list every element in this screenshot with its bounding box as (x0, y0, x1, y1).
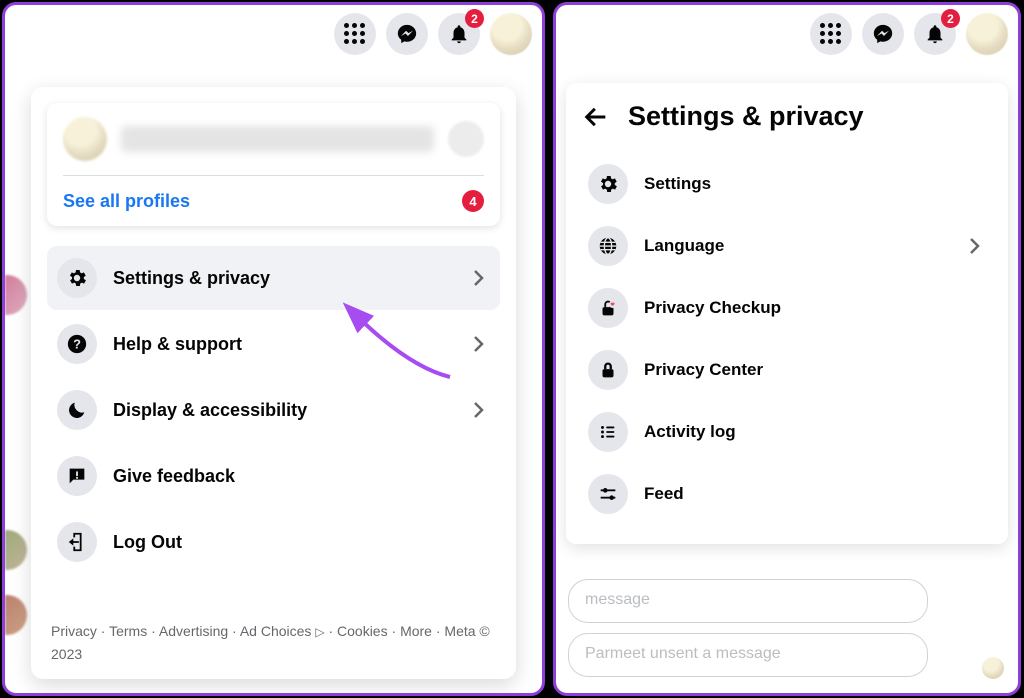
messenger-icon (396, 23, 418, 45)
profile-name-redacted (121, 126, 434, 152)
footer-link-more[interactable]: More (400, 623, 432, 639)
see-all-profiles-row[interactable]: See all profiles 4 (63, 190, 484, 212)
menu-item-label: Give feedback (113, 466, 490, 487)
menu-item-label: Settings & privacy (113, 268, 450, 289)
submenu-item-label: Settings (644, 174, 986, 194)
grid-icon (344, 23, 366, 45)
messenger-button[interactable] (386, 13, 428, 55)
lock-heart-icon (588, 288, 628, 328)
moon-icon (57, 390, 97, 430)
adchoices-icon: ▷ (315, 623, 324, 642)
submenu-item-label: Language (644, 236, 946, 256)
seen-indicator-avatar (982, 657, 1004, 679)
chevron-right-icon (466, 266, 490, 290)
submenu-item-feed[interactable]: Feed (582, 464, 992, 524)
settings-menu-list: Settings Language Privacy Checkup Privac… (582, 154, 992, 524)
switch-profile-avatar[interactable] (448, 121, 484, 157)
avatar (63, 117, 107, 161)
gear-icon (57, 258, 97, 298)
menu-item-label: Log Out (113, 532, 490, 553)
profile-card[interactable]: See all profiles 4 (47, 103, 500, 226)
profiles-badge: 4 (462, 190, 484, 212)
message-bubble: Parmeet unsent a message (568, 633, 928, 677)
notification-badge: 2 (465, 9, 484, 28)
topbar: 2 (334, 13, 532, 55)
footer-link-cookies[interactable]: Cookies (337, 623, 388, 639)
submenu-item-settings[interactable]: Settings (582, 154, 992, 214)
submenu-item-label: Privacy Checkup (644, 298, 986, 318)
messenger-icon (872, 23, 894, 45)
chevron-right-icon (962, 234, 986, 258)
lock-icon (588, 350, 628, 390)
footer-links: Privacy · Terms · Advertising · Ad Choic… (47, 612, 500, 669)
topbar: 2 (810, 13, 1008, 55)
message-thread-peek: message Parmeet unsent a message (568, 579, 928, 677)
profile-avatar-button[interactable] (490, 13, 532, 55)
logout-icon (57, 522, 97, 562)
submenu-item-label: Feed (644, 484, 986, 504)
submenu-item-activity-log[interactable]: Activity log (582, 402, 992, 462)
account-menu-list: Settings & privacy ? Help & support Disp… (47, 246, 500, 574)
menu-grid-button[interactable] (810, 13, 852, 55)
submenu-item-privacy-center[interactable]: Privacy Center (582, 340, 992, 400)
submenu-item-language[interactable]: Language (582, 216, 992, 276)
menu-item-settings-privacy[interactable]: Settings & privacy (47, 246, 500, 310)
menu-item-label: Help & support (113, 334, 450, 355)
gear-icon (588, 164, 628, 204)
divider (63, 175, 484, 176)
peek-avatar (5, 275, 27, 315)
notifications-button[interactable]: 2 (438, 13, 480, 55)
footer-link-privacy[interactable]: Privacy (51, 623, 97, 639)
submenu-item-privacy-checkup[interactable]: Privacy Checkup (582, 278, 992, 338)
peek-avatar (5, 595, 27, 635)
account-dropdown: See all profiles 4 Settings & privacy ? (31, 87, 516, 679)
see-all-profiles-link[interactable]: See all profiles (63, 191, 190, 212)
footer-link-terms[interactable]: Terms (109, 623, 147, 639)
menu-item-log-out[interactable]: Log Out (47, 510, 500, 574)
profile-avatar-button[interactable] (966, 13, 1008, 55)
footer-link-adchoices[interactable]: Ad Choices (240, 623, 312, 639)
grid-icon (820, 23, 842, 45)
chevron-right-icon (466, 332, 490, 356)
message-text: message (585, 591, 650, 608)
sliders-icon (588, 474, 628, 514)
messenger-button[interactable] (862, 13, 904, 55)
back-button[interactable] (582, 103, 610, 131)
list-icon (588, 412, 628, 452)
footer-link-advertising[interactable]: Advertising (159, 623, 228, 639)
menu-item-give-feedback[interactable]: Give feedback (47, 444, 500, 508)
notification-badge: 2 (941, 9, 960, 28)
bell-icon (924, 23, 946, 45)
account-menu-panel: 2 See all profiles 4 (2, 2, 545, 696)
menu-item-display-accessibility[interactable]: Display & accessibility (47, 378, 500, 442)
menu-item-label: Display & accessibility (113, 400, 450, 421)
message-bubble: message (568, 579, 928, 623)
settings-privacy-dropdown: Settings & privacy Settings Language Pri… (566, 83, 1008, 544)
menu-item-help-support[interactable]: ? Help & support (47, 312, 500, 376)
submenu-item-label: Activity log (644, 422, 986, 442)
peek-avatar (5, 530, 27, 570)
globe-icon (588, 226, 628, 266)
question-icon: ? (57, 324, 97, 364)
svg-text:?: ? (73, 337, 81, 352)
message-text: Parmeet unsent a message (585, 645, 781, 662)
chevron-right-icon (466, 398, 490, 422)
notifications-button[interactable]: 2 (914, 13, 956, 55)
panel-title: Settings & privacy (628, 101, 864, 132)
menu-grid-button[interactable] (334, 13, 376, 55)
settings-privacy-panel: 2 message Parmeet unsent a message Setti… (553, 2, 1021, 696)
bell-icon (448, 23, 470, 45)
feedback-icon (57, 456, 97, 496)
submenu-item-label: Privacy Center (644, 360, 986, 380)
